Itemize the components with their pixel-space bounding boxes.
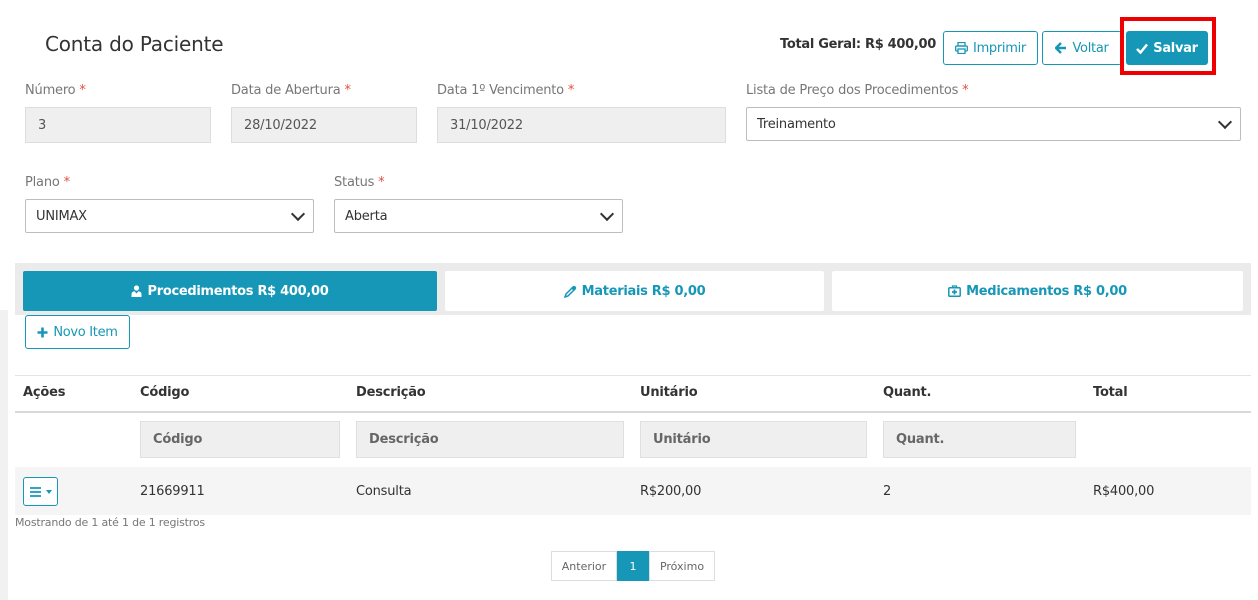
cell-quant: 2 xyxy=(883,484,892,499)
chevron-down-icon xyxy=(599,206,615,222)
plus-icon xyxy=(37,327,48,337)
numero-field[interactable]: 3 xyxy=(25,107,211,143)
filter-unitario-input[interactable]: Unitário xyxy=(640,421,867,458)
col-header-descricao[interactable]: Descrição xyxy=(356,385,426,400)
col-header-unitario[interactable]: Unitário xyxy=(640,385,698,400)
plano-label: Plano * xyxy=(25,175,70,190)
cell-codigo: 21669911 xyxy=(140,484,205,499)
highlight-annotation xyxy=(1120,17,1216,75)
col-header-acoes[interactable]: Ações xyxy=(23,385,65,400)
data-vencimento-label: Data 1º Vencimento * xyxy=(437,83,575,98)
table-info: Mostrando de 1 até 1 de 1 registros xyxy=(15,516,205,529)
pagination-previous[interactable]: Anterior xyxy=(551,551,617,581)
data-abertura-field[interactable]: 28/10/2022 xyxy=(231,107,417,143)
print-icon xyxy=(955,42,968,54)
user-md-icon xyxy=(131,285,142,297)
caret-down-icon xyxy=(45,489,52,494)
col-header-codigo[interactable]: Código xyxy=(140,385,189,400)
total-geral: Total Geral: R$ 400,00 xyxy=(780,37,937,52)
table-top-border xyxy=(15,375,1251,376)
table-header-border xyxy=(15,411,1251,413)
data-abertura-label: Data de Abertura * xyxy=(231,83,351,98)
left-border xyxy=(0,310,8,600)
tab-materiais-label: Materiais R$ 0,00 xyxy=(581,283,706,299)
eyedropper-icon xyxy=(563,285,576,298)
filter-quant-input[interactable]: Quant. xyxy=(883,421,1076,458)
status-value: Aberta xyxy=(345,208,388,224)
medkit-icon xyxy=(948,285,962,297)
add-item-button[interactable]: Novo Item xyxy=(25,315,130,349)
tab-medicamentos[interactable]: Medicamentos R$ 0,00 xyxy=(832,271,1243,311)
filter-codigo-input[interactable]: Código xyxy=(140,421,340,458)
back-button[interactable]: Voltar xyxy=(1042,31,1122,65)
lista-preco-select[interactable]: Treinamento xyxy=(746,107,1241,141)
pagination-next[interactable]: Próximo xyxy=(649,551,715,581)
chevron-down-icon xyxy=(1217,114,1233,130)
page-title: Conta do Paciente xyxy=(45,32,224,56)
pagination: Anterior 1 Próximo xyxy=(551,551,715,581)
tab-procedimentos-label: Procedimentos R$ 400,00 xyxy=(147,283,329,299)
cell-descricao: Consulta xyxy=(356,484,412,499)
status-select[interactable]: Aberta xyxy=(334,199,623,233)
menu-icon xyxy=(29,486,41,497)
print-button[interactable]: Imprimir xyxy=(943,31,1038,65)
tab-medicamentos-label: Medicamentos R$ 0,00 xyxy=(966,283,1127,299)
plano-select[interactable]: UNIMAX xyxy=(25,199,314,233)
tab-procedimentos[interactable]: Procedimentos R$ 400,00 xyxy=(23,271,437,311)
add-item-label: Novo Item xyxy=(53,324,118,340)
lista-preco-label: Lista de Preço dos Procedimentos * xyxy=(746,83,969,98)
data-vencimento-field[interactable]: 31/10/2022 xyxy=(437,107,726,143)
print-button-label: Imprimir xyxy=(973,40,1026,56)
status-label: Status * xyxy=(334,175,385,190)
row-actions-button[interactable] xyxy=(23,477,58,506)
lista-preco-value: Treinamento xyxy=(757,116,836,132)
pagination-page-1[interactable]: 1 xyxy=(617,551,649,581)
plano-value: UNIMAX xyxy=(36,208,87,224)
cell-unitario: R$200,00 xyxy=(640,484,702,499)
cell-total: R$400,00 xyxy=(1093,484,1155,499)
col-header-total[interactable]: Total xyxy=(1093,385,1128,400)
numero-label: Número * xyxy=(25,83,86,98)
back-button-label: Voltar xyxy=(1072,40,1109,56)
chevron-down-icon xyxy=(290,206,306,222)
col-header-quant[interactable]: Quant. xyxy=(883,385,931,400)
arrow-left-icon xyxy=(1055,42,1067,54)
filter-descricao-input[interactable]: Descrição xyxy=(356,421,624,458)
tab-materiais[interactable]: Materiais R$ 0,00 xyxy=(445,271,824,311)
